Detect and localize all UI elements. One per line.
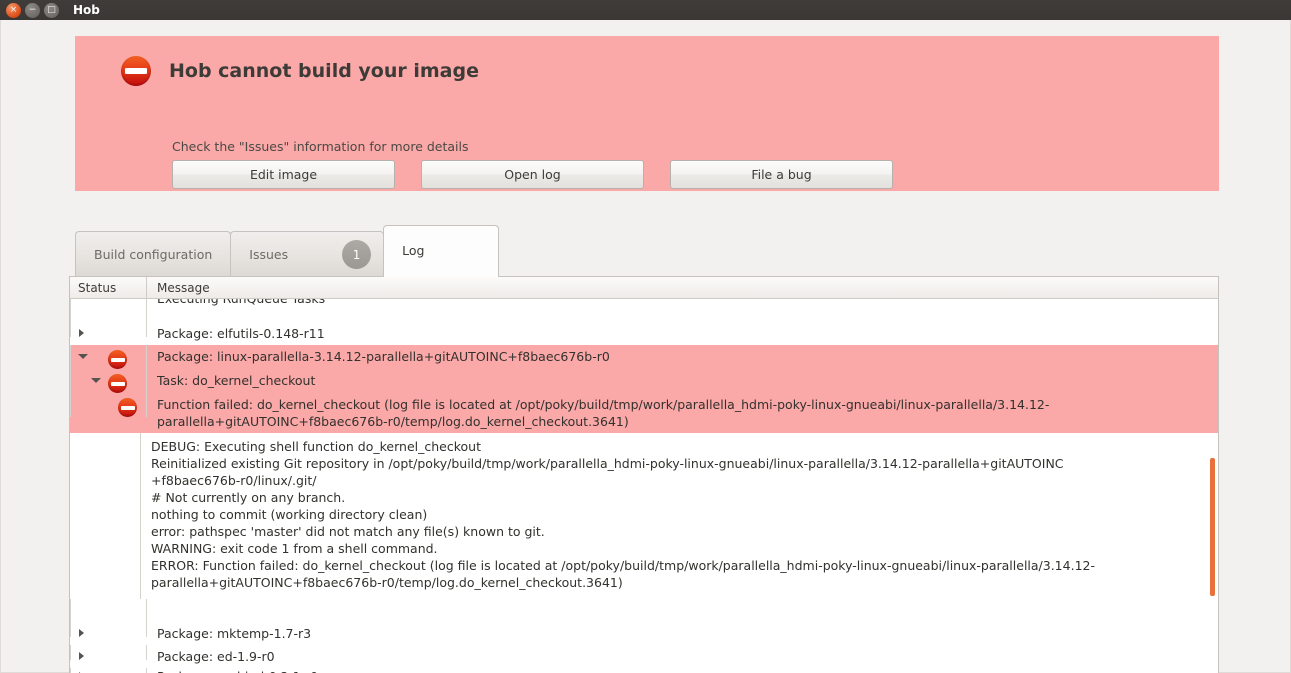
row-status-cell (70, 299, 147, 322)
row-spacer (147, 599, 1218, 605)
table-row[interactable] (70, 599, 1218, 622)
maximize-glyph: □ (47, 4, 56, 15)
minimize-icon[interactable]: − (25, 2, 40, 18)
row-message: Package: elfutils-0.148-r11 (157, 326, 325, 341)
window-controls: × − □ (6, 2, 59, 18)
error-status-icon (118, 398, 137, 417)
tab-build-configuration-label: Build configuration (94, 247, 213, 262)
column-header-message: Message (157, 280, 210, 295)
expander-expanded-icon[interactable] (78, 354, 88, 359)
no-entry-icon (121, 56, 151, 86)
row-status-cell (70, 599, 147, 622)
log-output-block: DEBUG: Executing shell function do_kerne… (140, 433, 1218, 599)
error-banner-subtitle: Check the "Issues" information for more … (172, 139, 469, 154)
title-bar: × − □ Hob (0, 0, 1291, 20)
issues-count-badge: 1 (342, 240, 372, 269)
open-log-button[interactable]: Open log (421, 160, 644, 189)
expander-expanded-icon[interactable] (91, 378, 101, 383)
tab-log-label: Log (402, 243, 425, 258)
row-status-cell (70, 622, 147, 637)
expander-collapsed-icon[interactable] (79, 329, 84, 337)
row-status-cell (70, 322, 147, 337)
tab-issues[interactable]: Issues 1 (230, 231, 385, 277)
row-status-cell (70, 345, 147, 369)
log-scrollbar-thumb[interactable] (1210, 458, 1215, 596)
table-row[interactable]: Package: linux-parallella-3.14.12-parall… (70, 345, 1218, 369)
maximize-icon[interactable]: □ (44, 2, 59, 18)
expander-collapsed-icon[interactable] (79, 629, 84, 637)
row-message: Package: rpcbind-0.2.1-r0 (147, 668, 1218, 673)
file-a-bug-button[interactable]: File a bug (670, 160, 893, 189)
table-row[interactable]: Package: ed-1.9-r0 (70, 645, 1218, 668)
window-title: Hob (73, 3, 100, 17)
tab-issues-label: Issues (249, 247, 289, 262)
table-row[interactable]: Package: rpcbind-0.2.1-r0 (70, 668, 1218, 673)
column-header-status: Status (70, 277, 147, 299)
table-row[interactable]: Package: elfutils-0.148-r11 (70, 322, 1218, 345)
row-message: Package: ed-1.9-r0 (157, 649, 275, 664)
close-icon[interactable]: × (6, 2, 21, 18)
hob-window: × − □ Hob Hob cannot build your image Ch… (0, 0, 1291, 673)
row-message: Task: do_kernel_checkout (157, 373, 316, 388)
table-row[interactable]: Function failed: do_kernel_checkout (log… (70, 393, 1218, 433)
table-row[interactable]: Task: do_kernel_checkout (70, 369, 1218, 393)
log-panel: Status Message Executing RunQueue Tasks (69, 276, 1219, 673)
row-status-cell (70, 645, 147, 660)
row-status-cell (70, 668, 147, 673)
tab-build-configuration[interactable]: Build configuration (75, 231, 232, 277)
tab-log[interactable]: Log (383, 225, 500, 277)
log-scrollbar[interactable] (1210, 299, 1215, 673)
close-glyph: × (9, 4, 18, 15)
table-row[interactable]: Executing RunQueue Tasks (70, 299, 1218, 322)
row-message: Package: mktemp-1.7-r3 (157, 626, 312, 641)
error-banner: Hob cannot build your image Check the "I… (75, 36, 1219, 191)
error-banner-title: Hob cannot build your image (169, 60, 479, 82)
table-header: Status Message (70, 277, 1218, 299)
expander-collapsed-icon[interactable] (79, 652, 84, 660)
row-message: Executing RunQueue Tasks (147, 299, 1218, 310)
error-banner-header: Hob cannot build your image (121, 56, 479, 86)
error-status-icon (108, 374, 127, 393)
error-banner-actions: Edit image Open log File a bug (172, 160, 893, 189)
tab-bar: Build configuration Issues 1 Log (75, 225, 500, 277)
edit-image-button[interactable]: Edit image (172, 160, 395, 189)
row-status-cell (70, 393, 147, 417)
row-message: Function failed: do_kernel_checkout (log… (157, 397, 1050, 429)
error-status-icon (108, 350, 127, 369)
window-body: Hob cannot build your image Check the "I… (0, 20, 1291, 673)
minimize-glyph: − (28, 4, 37, 15)
table-row[interactable]: Package: mktemp-1.7-r3 (70, 622, 1218, 645)
row-message: Package: linux-parallella-3.14.12-parall… (157, 349, 610, 364)
log-rows[interactable]: Executing RunQueue Tasks Package: elfuti… (70, 299, 1218, 673)
row-status-cell (70, 369, 147, 393)
